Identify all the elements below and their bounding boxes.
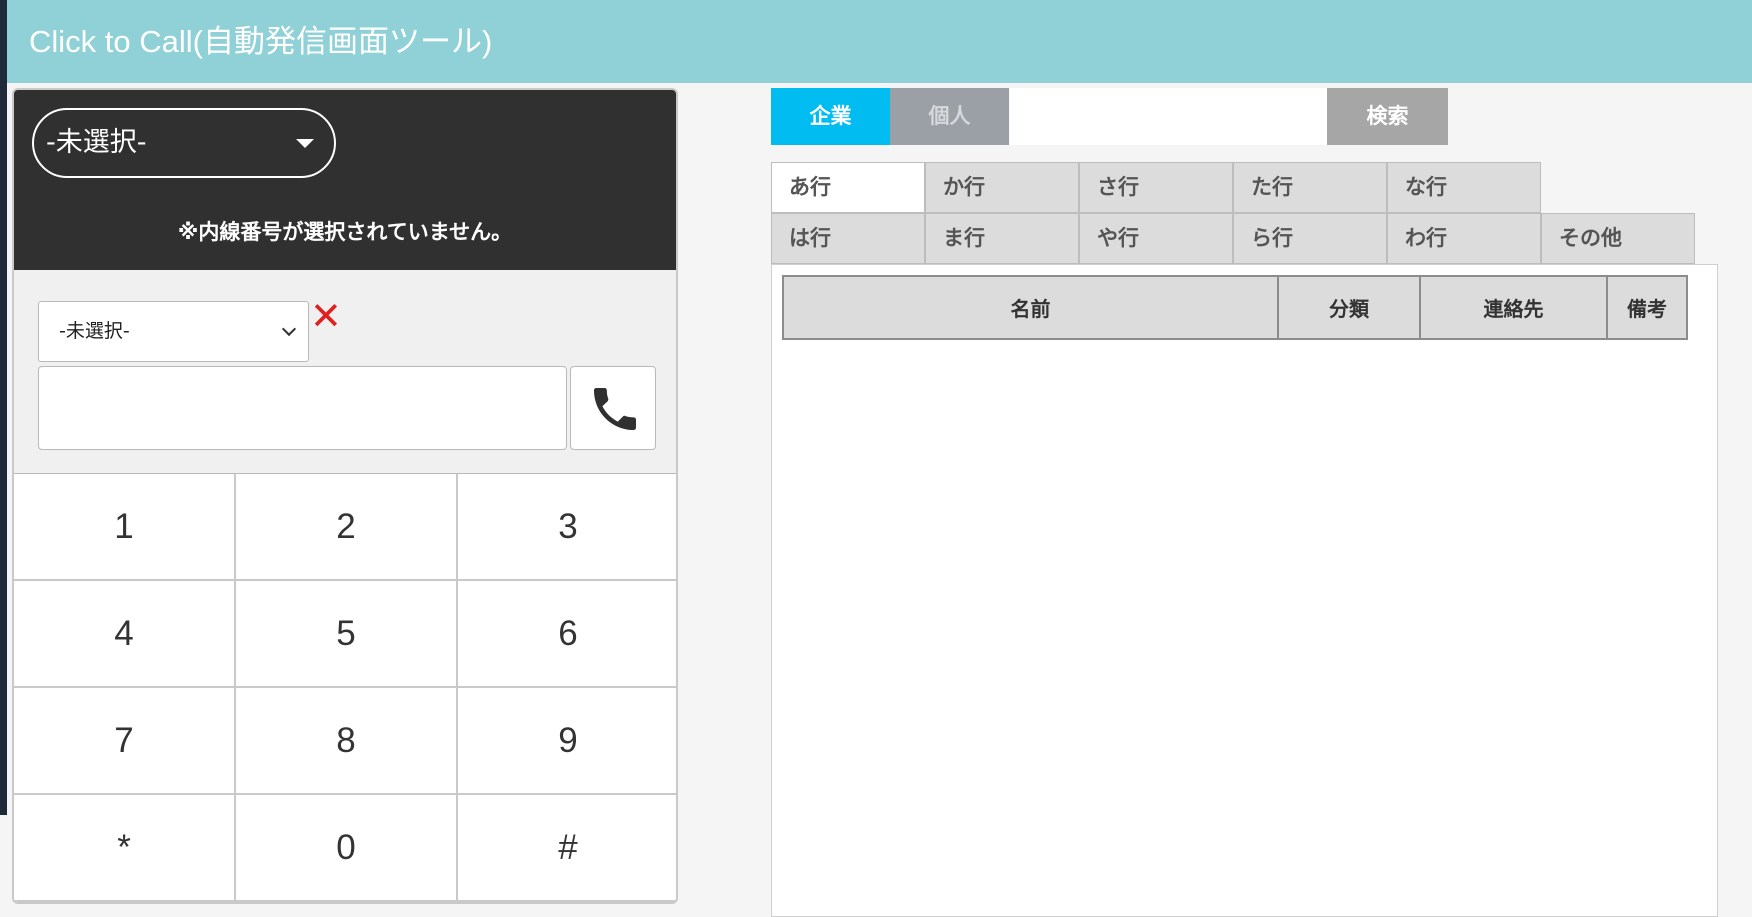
- keypad-key-6[interactable]: 6: [458, 581, 676, 688]
- search-input[interactable]: [1010, 88, 1327, 145]
- kana-tab-other[interactable]: その他: [1541, 213, 1695, 264]
- extension-warning: ※内線番号が選択されていません。: [177, 220, 513, 244]
- phone-handset-icon: [594, 388, 636, 430]
- keypad-key-hash[interactable]: #: [458, 795, 676, 902]
- column-header-category[interactable]: 分類: [1277, 275, 1421, 340]
- keypad-key-4[interactable]: 4: [14, 581, 236, 688]
- search-button[interactable]: 検索: [1327, 88, 1448, 145]
- app-header: Click to Call(自動発信画面ツール): [7, 0, 1752, 83]
- keypad-key-8[interactable]: 8: [236, 688, 458, 795]
- kana-tab-ha[interactable]: は行: [771, 213, 925, 264]
- kana-tab-a[interactable]: あ行: [771, 162, 925, 213]
- column-header-contact[interactable]: 連絡先: [1419, 275, 1608, 340]
- app-title: Click to Call(自動発信画面ツール): [29, 24, 493, 59]
- keypad-key-3[interactable]: 3: [458, 474, 676, 581]
- column-header-name[interactable]: 名前: [782, 275, 1279, 340]
- keypad-key-1[interactable]: 1: [14, 474, 236, 581]
- kana-tab-ta[interactable]: た行: [1233, 162, 1387, 213]
- caret-down-icon: [296, 139, 314, 148]
- window-edge: [0, 0, 7, 815]
- keypad: 1 2 3 4 5 6 7 8 9 * 0 #: [14, 473, 676, 902]
- chevron-down-icon: [281, 321, 297, 337]
- dialer-panel: -未選択- ※内線番号が選択されていません。 -未選択- ✕ 1 2 3 4 5…: [12, 88, 678, 904]
- line-select-value: -未選択-: [59, 320, 130, 342]
- phone-number-input[interactable]: [38, 366, 567, 450]
- keypad-key-7[interactable]: 7: [14, 688, 236, 795]
- kana-tab-wa[interactable]: わ行: [1387, 213, 1541, 264]
- x-icon[interactable]: ✕: [310, 297, 342, 335]
- keypad-key-5[interactable]: 5: [236, 581, 458, 688]
- table-header: 名前 分類 連絡先 備考: [782, 275, 1688, 340]
- keypad-key-9[interactable]: 9: [458, 688, 676, 795]
- keypad-key-0[interactable]: 0: [236, 795, 458, 902]
- extension-select[interactable]: -未選択-: [32, 108, 336, 178]
- tab-person[interactable]: 個人: [890, 88, 1009, 145]
- extension-area: -未選択- ※内線番号が選択されていません。: [14, 90, 676, 270]
- kana-tab-na[interactable]: な行: [1387, 162, 1541, 213]
- call-button[interactable]: [570, 366, 656, 450]
- column-header-notes[interactable]: 備考: [1606, 275, 1688, 340]
- extension-select-value: -未選択-: [46, 127, 147, 158]
- tab-company[interactable]: 企業: [771, 88, 890, 145]
- kana-tab-sa[interactable]: さ行: [1079, 162, 1233, 213]
- kana-tab-ra[interactable]: ら行: [1233, 213, 1387, 264]
- kana-tab-ma[interactable]: ま行: [925, 213, 1079, 264]
- contact-list-panel: 名前 分類 連絡先 備考: [771, 264, 1718, 917]
- keypad-key-2[interactable]: 2: [236, 474, 458, 581]
- kana-tab-ka[interactable]: か行: [925, 162, 1079, 213]
- kana-tab-ya[interactable]: や行: [1079, 213, 1233, 264]
- keypad-key-star[interactable]: *: [14, 795, 236, 902]
- line-select[interactable]: -未選択-: [38, 301, 309, 362]
